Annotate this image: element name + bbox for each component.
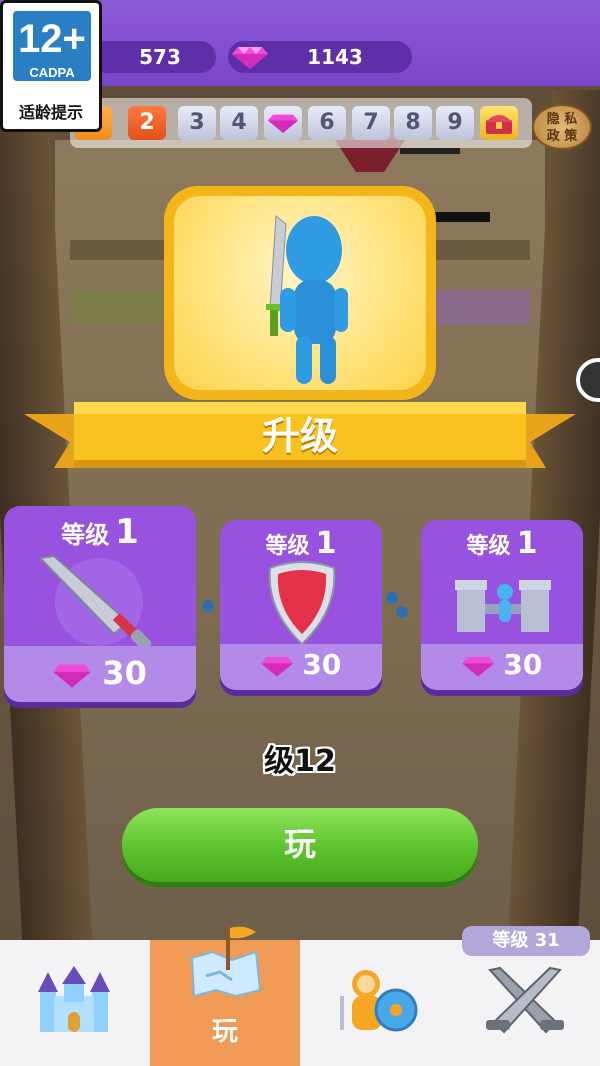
upgrade-cost: 30 [421, 648, 583, 681]
level-node: 6 [308, 106, 346, 140]
shield-icon [268, 561, 336, 646]
level-node: 8 [394, 106, 432, 140]
barrier [400, 148, 460, 154]
coin-count: 573 [139, 45, 181, 69]
upgrade-level: 等级 1 [421, 526, 583, 561]
enemy-unit [386, 592, 398, 604]
privacy-label: 政 策 [546, 129, 578, 144]
level-number: 1 [315, 526, 337, 561]
privacy-policy-button[interactable]: 隐 私 政 策 [532, 104, 592, 150]
level-node: 4 [220, 106, 258, 140]
level-node: 7 [352, 106, 390, 140]
cost-panel: 30 [4, 646, 196, 702]
cost-value: 30 [503, 648, 543, 681]
upgrade-cost: 30 [220, 648, 382, 681]
hero-figure-icon [266, 215, 348, 384]
rating-org: CADPA [29, 65, 75, 80]
level-node: 9 [436, 106, 474, 140]
coin-counter: 573 [90, 41, 216, 73]
hero-portrait-card [164, 186, 436, 400]
gem-icon [53, 664, 92, 688]
upgrade-level: 等级 1 [4, 512, 196, 552]
level-node: 3 [178, 106, 216, 140]
cost-panel: 30 [220, 644, 382, 690]
level-word: 等级 [61, 521, 110, 549]
level-node-chest [480, 106, 518, 140]
nav-battle[interactable] [450, 940, 600, 1066]
crossed-swords-icon [486, 966, 564, 1034]
upgrade-title: 升级 [261, 414, 338, 458]
castle-icon [38, 966, 110, 1032]
privacy-label: 隐 私 [546, 112, 578, 127]
upgrade-ribbon: 升级 [24, 398, 576, 482]
gem-icon [260, 657, 293, 677]
gem-icon [461, 657, 494, 677]
bottom-navigation: 玩 [0, 926, 600, 1066]
cost-panel: 30 [421, 644, 583, 690]
gem-icon [268, 114, 298, 133]
level-word: 等级 [265, 534, 310, 559]
player-level-badge: 等级 31 [462, 926, 590, 956]
cost-value: 30 [102, 654, 147, 692]
stage-level-label: 级12 [264, 744, 336, 779]
level-node-current: 2 [128, 106, 166, 140]
age-rating-badge: 12+ CADPA 适龄提示 [0, 0, 102, 132]
gem-icon [232, 47, 268, 69]
upgrade-level: 等级 1 [220, 526, 382, 561]
nav-castle[interactable] [0, 940, 150, 1066]
upgrade-cost: 30 [4, 654, 196, 692]
rating-tip: 适龄提示 [18, 103, 83, 122]
upgrade-card-sword[interactable]: 等级 1 30 [4, 506, 196, 702]
map-flag-icon [190, 926, 262, 998]
nav-play-label: 玩 [211, 1017, 238, 1047]
sword-icon [37, 554, 152, 651]
hero-knight-icon [340, 970, 418, 1032]
level-number: 1 [115, 512, 139, 552]
upgrade-card-shield[interactable]: 等级 1 30 [220, 520, 382, 690]
fortress-icon [455, 580, 551, 632]
enemy-unit [202, 600, 214, 612]
level-word: 等级 [466, 534, 511, 559]
play-button[interactable]: 玩 [122, 808, 478, 882]
upgrade-card-fort[interactable]: 等级 1 30 [421, 520, 583, 690]
level-number: 1 [516, 526, 538, 561]
gem-count: 1143 [307, 45, 363, 69]
nav-hero[interactable] [300, 940, 450, 1066]
treasure-chest-icon [486, 115, 512, 134]
level-node-gem [264, 106, 302, 140]
enemy-unit [396, 606, 408, 618]
level-progress-strip: 1 2 3 4 6 7 8 9 [70, 98, 532, 148]
nav-play[interactable]: 玩 [150, 926, 300, 1066]
cost-value: 30 [302, 648, 342, 681]
